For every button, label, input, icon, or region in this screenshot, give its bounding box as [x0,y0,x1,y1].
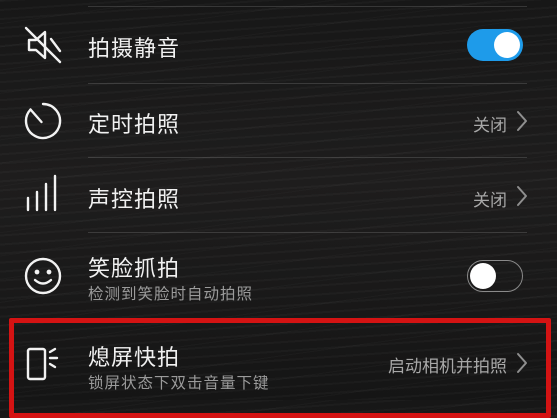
divider [88,6,527,7]
setting-value: 关闭 [473,116,507,136]
setting-sublabel: 检测到笑脸时自动拍照 [88,285,254,303]
setting-label: 声控拍照 [88,188,181,213]
setting-row-mute[interactable]: 拍摄静音 [0,8,557,83]
highlight-frame [9,318,551,418]
setting-row-timer[interactable]: 定时拍照 关闭 [0,84,557,157]
mute-toggle[interactable] [467,29,523,61]
chevron-right-icon [515,110,529,132]
sound-bars-icon [22,174,64,216]
camera-settings-screen: 拍摄静音 定时拍照 关闭 声控拍照 关闭 笑脸抓拍 检测到笑脸时自动拍照 熄屏快… [0,0,557,418]
timer-icon [22,100,64,142]
smiley-face-icon [22,255,64,297]
setting-row-voice[interactable]: 声控拍照 关闭 [0,158,557,232]
setting-label: 定时拍照 [88,113,181,138]
setting-row-smile[interactable]: 笑脸抓拍 检测到笑脸时自动拍照 [0,233,557,318]
chevron-right-icon [515,185,529,207]
toggle-knob [470,262,496,289]
setting-label: 笑脸抓拍 [88,257,181,282]
smile-toggle[interactable] [467,260,523,292]
setting-label: 拍摄静音 [88,37,181,62]
setting-value: 关闭 [473,191,507,211]
toggle-knob [494,32,520,58]
speaker-mute-icon [22,24,64,66]
